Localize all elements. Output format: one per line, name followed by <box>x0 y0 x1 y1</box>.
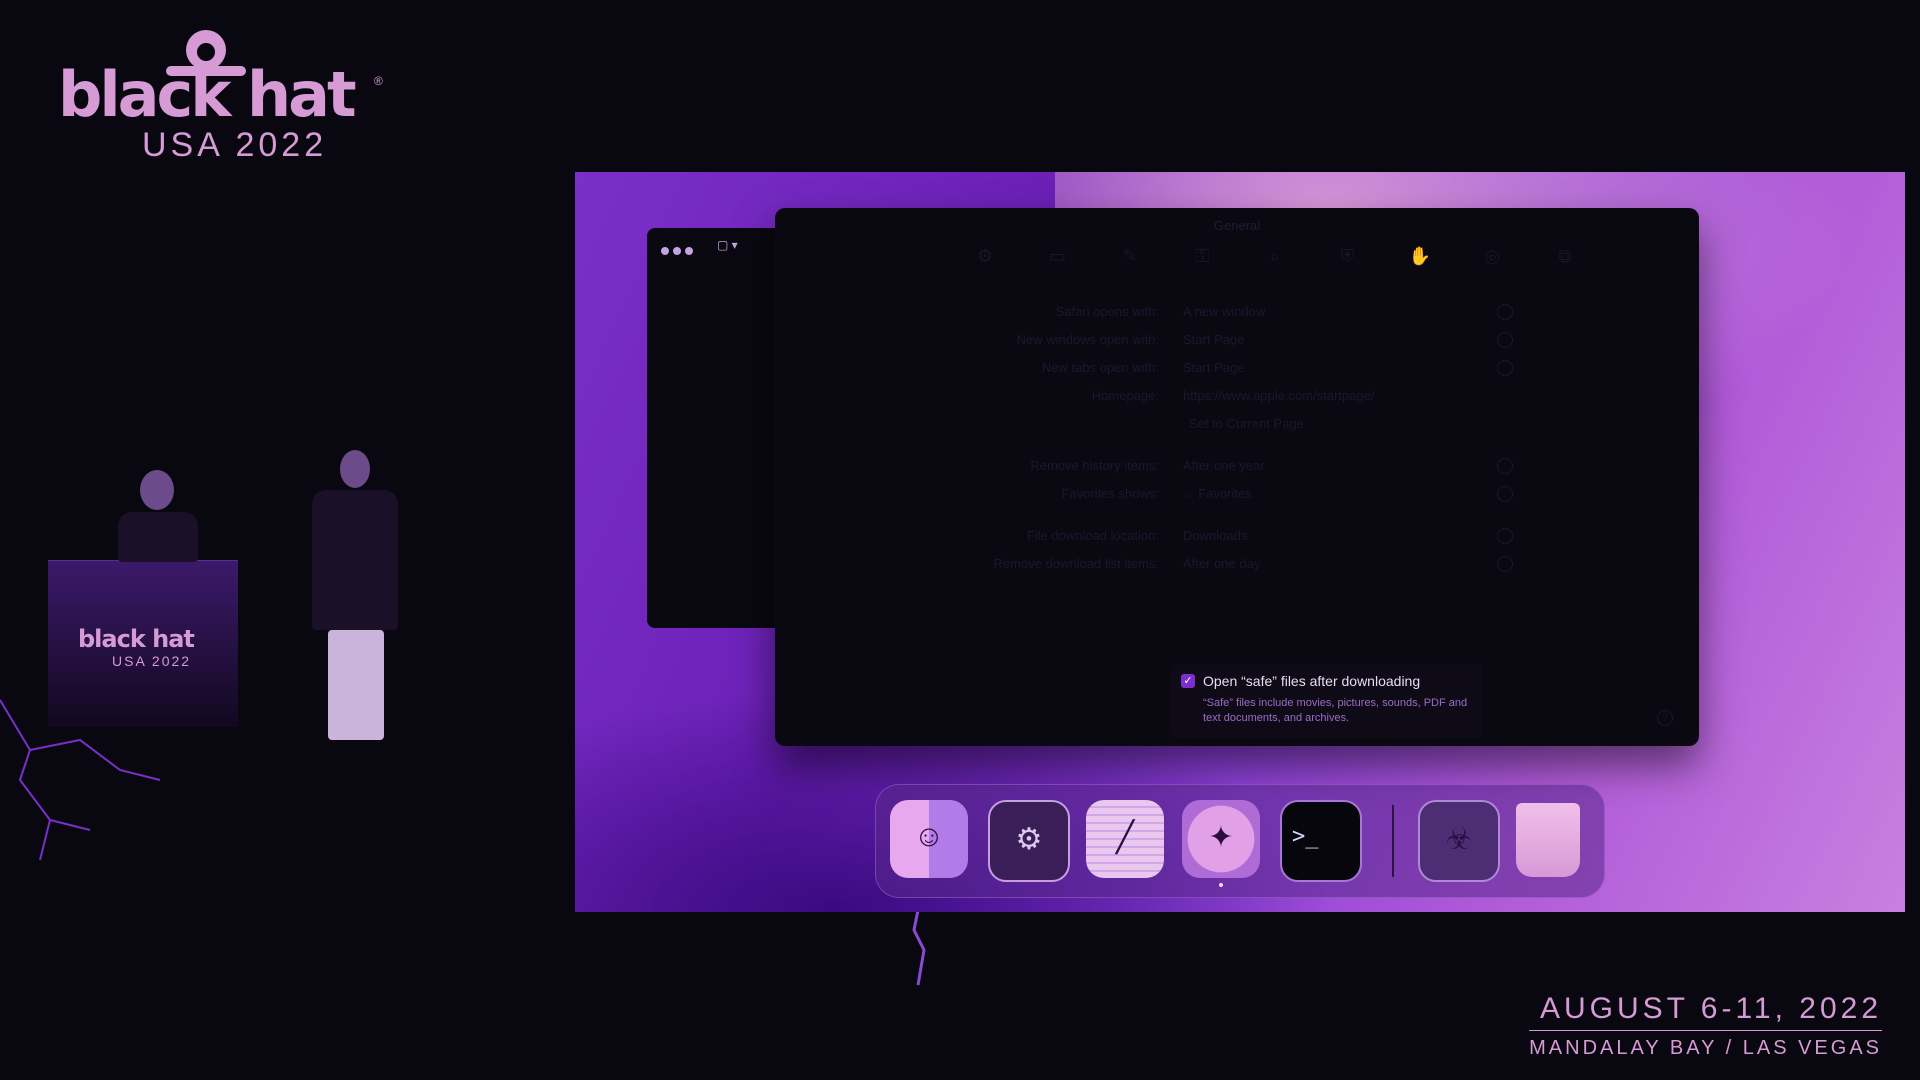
blackhat-logo: black hat ® USA 2022 <box>58 26 398 164</box>
dock-trash[interactable] <box>1516 803 1580 877</box>
homepage-field[interactable]: https://www.apple.com/startpage/ <box>1183 388 1374 403</box>
remove-history-select[interactable]: After one year <box>1183 458 1265 473</box>
dock-system-preferences[interactable]: ⚙ <box>988 800 1070 882</box>
open-safe-files-checkbox[interactable]: ✓ <box>1181 674 1195 688</box>
event-info: AUGUST 6-11, 2022 MANDALAY BAY / LAS VEG… <box>1529 992 1882 1060</box>
setting-label: New tabs open with: <box>1041 360 1159 375</box>
lightning-decoration-2 <box>912 900 926 986</box>
setting-label: Safari opens with: <box>1055 304 1159 319</box>
popup-chevron-icon[interactable] <box>1497 486 1513 502</box>
extensions-icon: ⧉ <box>1558 246 1572 266</box>
websites-icon: ◎ <box>1484 246 1501 266</box>
setting-row: Remove download list items: After one da… <box>775 552 1699 576</box>
podium-logo-text: black hat <box>78 625 195 653</box>
safari-opens-with-select[interactable]: A new window <box>1183 304 1265 319</box>
autofill-icon: ✎ <box>1122 246 1138 266</box>
security-tab[interactable]: ⛨ <box>1318 246 1378 267</box>
popup-chevron-icon[interactable] <box>1497 360 1513 376</box>
window-title: General <box>1213 218 1261 233</box>
set-current-page-button[interactable]: Set to Current Page <box>1189 416 1304 431</box>
logo-edition: USA 2022 <box>142 126 328 164</box>
tabs-tab[interactable]: ▭ <box>1028 246 1088 267</box>
safari-browser-window[interactable]: ▢ ▾ <box>647 228 787 628</box>
general-tab[interactable]: ⚙ <box>955 246 1015 267</box>
download-location-select[interactable]: Downloads <box>1183 528 1247 543</box>
projected-screen: ▢ ▾ General ⚙ ▭ ✎ ⚿ ⌕ ⛨ ✋ ◎ ⧉ Safari ope… <box>575 172 1905 912</box>
popup-chevron-icon[interactable] <box>1497 528 1513 544</box>
script-editor-icon: ╱ <box>1115 821 1135 854</box>
sidebar-toggle-icon[interactable]: ▢ ▾ <box>717 238 738 252</box>
event-venue: MANDALAY BAY / LAS VEGAS <box>1529 1037 1882 1059</box>
setting-row: Homepage: https://www.apple.com/startpag… <box>775 384 1699 408</box>
finder-icon: ☺ <box>913 820 945 853</box>
safari-preferences-window: General ⚙ ▭ ✎ ⚿ ⌕ ⛨ ✋ ◎ ⧉ Safari opens w… <box>775 208 1699 746</box>
dock-terminal[interactable]: >_ <box>1280 800 1362 882</box>
preferences-toolbar: ⚙ ▭ ✎ ⚿ ⌕ ⛨ ✋ ◎ ⧉ <box>955 246 1595 267</box>
running-indicator <box>1219 883 1223 887</box>
dock-script-editor[interactable]: ╱ <box>1086 800 1164 878</box>
dock: ☺ ⚙ ╱ ✦ >_ ☣ <box>875 784 1605 898</box>
dock-divider <box>1392 805 1394 877</box>
new-windows-select[interactable]: Start Page <box>1183 332 1244 347</box>
podium-edition: USA 2022 <box>112 653 192 669</box>
logo-text: black hat <box>58 58 357 131</box>
autofill-tab[interactable]: ✎ <box>1100 246 1160 267</box>
popup-chevron-icon[interactable] <box>1497 458 1513 474</box>
lightning-decoration <box>0 699 161 861</box>
security-icon: ⛨ <box>1340 246 1355 266</box>
setting-row: Set to Current Page <box>775 412 1699 436</box>
websites-tab[interactable]: ◎ <box>1463 246 1523 267</box>
terminal-icon: >_ <box>1292 824 1319 849</box>
open-safe-files-panel: ✓ Open “safe” files after downloading “S… <box>1171 664 1483 738</box>
setting-row: New windows open with: Start Page <box>775 328 1699 352</box>
setting-row: Favorites shows: ☆ Favorites <box>775 482 1699 506</box>
setting-label: Homepage: <box>1091 388 1159 403</box>
event-dates: AUGUST 6-11, 2022 <box>1529 992 1882 1031</box>
search-tab[interactable]: ⌕ <box>1245 246 1305 267</box>
dock-safari[interactable]: ✦ <box>1182 800 1260 878</box>
setting-label: Remove history items: <box>1030 458 1159 473</box>
safari-icon: ✦ <box>1208 821 1234 854</box>
setting-label: New windows open with: <box>1016 332 1159 347</box>
popup-chevron-icon[interactable] <box>1497 304 1513 320</box>
remove-downloads-select[interactable]: After one day <box>1183 556 1260 571</box>
open-safe-files-label[interactable]: Open “safe” files after downloading <box>1203 673 1420 689</box>
setting-label: Remove download list items: <box>993 556 1159 571</box>
extensions-tab[interactable]: ⧉ <box>1535 246 1595 267</box>
privacy-icon: ✋ <box>1408 246 1432 266</box>
new-tabs-select[interactable]: Start Page <box>1183 360 1244 375</box>
dock-biohazard-app[interactable]: ☣ <box>1418 800 1500 882</box>
tabs-icon: ▭ <box>1048 246 1066 266</box>
search-icon: ⌕ <box>1269 246 1281 266</box>
popup-chevron-icon[interactable] <box>1497 332 1513 348</box>
passwords-tab[interactable]: ⚿ <box>1173 246 1233 267</box>
help-button[interactable]: ? <box>1657 710 1673 726</box>
privacy-tab[interactable]: ✋ <box>1390 246 1450 267</box>
setting-label: File download location: <box>1026 528 1159 543</box>
registered-mark: ® <box>374 74 383 88</box>
setting-row: File download location: Downloads <box>775 524 1699 548</box>
setting-row: Safari opens with: A new window <box>775 300 1699 324</box>
popup-chevron-icon[interactable] <box>1497 556 1513 572</box>
system-preferences-icon: ⚙ <box>1015 823 1043 856</box>
setting-label: Favorites shows: <box>1061 486 1159 501</box>
traffic-lights[interactable] <box>661 242 697 260</box>
dock-finder[interactable]: ☺ <box>890 800 968 878</box>
favorites-shows-select[interactable]: ☆ Favorites <box>1183 486 1252 502</box>
setting-row: New tabs open with: Start Page <box>775 356 1699 380</box>
gear-icon: ⚙ <box>976 246 994 266</box>
biohazard-icon: ☣ <box>1445 823 1473 856</box>
passwords-icon: ⚿ <box>1195 246 1210 266</box>
setting-row: Remove history items: After one year <box>775 454 1699 478</box>
safe-files-description: “Safe” files include movies, pictures, s… <box>1203 697 1468 724</box>
